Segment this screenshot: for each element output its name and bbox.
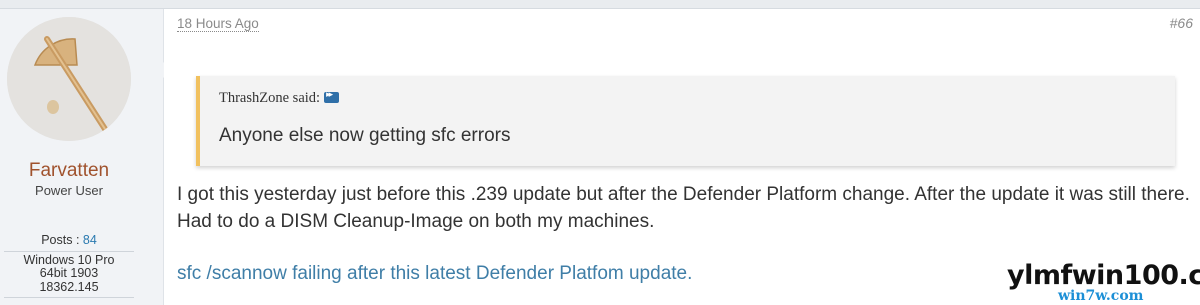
watermark-logo: ylmfwin100.com win7w.com (1007, 260, 1200, 304)
post-arrow (155, 62, 164, 78)
user-info-panel: Farvatten Power User Posts : 84 Windows … (0, 9, 164, 305)
os-line-2: 64bit 1903 (39, 266, 99, 280)
quote-jump-icon[interactable] (324, 89, 340, 103)
watermark-bottom-text: win7w.com (1058, 288, 1144, 304)
quote-text: Anyone else now getting sfc errors (219, 125, 511, 146)
top-strip (0, 0, 1200, 9)
user-title: Power User (35, 183, 103, 198)
posts-count-row: Posts : 84 (4, 233, 134, 248)
watermark-top-text: ylmfwin100.com (1007, 260, 1200, 291)
quote-block: ThrashZone said: Anyone else now getting… (196, 76, 1175, 166)
divider (4, 297, 134, 298)
post-message: I got this yesterday just before this .2… (177, 184, 1190, 232)
user-extra-info: Posts : 84 Windows 10 Pro 64bit 1903 183… (4, 233, 134, 300)
posts-label: Posts : (41, 233, 83, 247)
username-link[interactable]: Farvatten (0, 160, 138, 182)
post-date: 18 Hours Ago (177, 16, 259, 32)
quote-author: ThrashZone said: (219, 90, 321, 106)
os-line-3: 18362.145 (39, 279, 99, 294)
quote-header: ThrashZone said: (219, 89, 340, 107)
thread-link[interactable]: sfc /scannow failing after this latest D… (177, 260, 692, 287)
avatar-image (7, 17, 131, 141)
avatar[interactable] (7, 17, 131, 141)
posts-count-link[interactable]: 84 (83, 233, 97, 247)
post-number-link[interactable]: #66 (1170, 15, 1193, 31)
os-line-1: Windows 10 Pro (23, 252, 115, 267)
divider (4, 250, 134, 252)
